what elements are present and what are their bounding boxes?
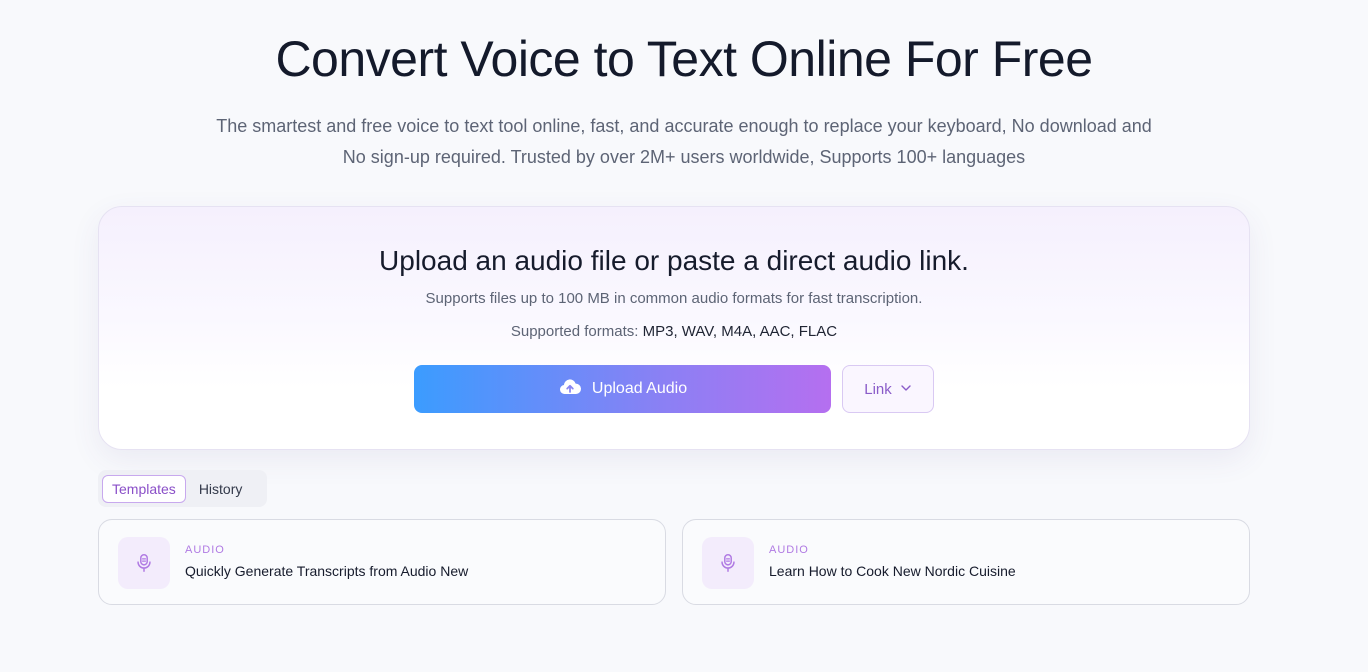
- supported-formats-label: Supported formats:: [510, 323, 639, 340]
- template-title: Learn How to Cook New Nordic Cuisine: [769, 563, 1016, 579]
- microphone-icon: [118, 537, 170, 589]
- tab-templates[interactable]: Templates: [102, 474, 186, 503]
- template-tag: AUDIO: [185, 544, 225, 556]
- upload-audio-button[interactable]: Upload Audio: [414, 365, 831, 413]
- template-tag: AUDIO: [769, 544, 809, 556]
- subtitle-line-2: No sign-up required. Trusted by over 2M+…: [342, 147, 1026, 167]
- upload-audio-label: Upload Audio: [591, 380, 688, 397]
- tab-bar: Templates History: [98, 470, 267, 507]
- upload-card-description: Supports files up to 100 MB in common au…: [425, 290, 923, 307]
- upload-card-title: Upload an audio file or paste a direct a…: [379, 245, 969, 276]
- upload-card: Upload an audio file or paste a direct a…: [98, 206, 1250, 450]
- subtitle-line-1: The smartest and free voice to text tool…: [216, 116, 1152, 136]
- tab-history[interactable]: History: [190, 475, 252, 503]
- page-title: Convert Voice to Text Online For Free: [275, 31, 1093, 87]
- template-card[interactable]: AUDIO Quickly Generate Transcripts from …: [98, 519, 666, 605]
- template-title: Quickly Generate Transcripts from Audio …: [185, 563, 469, 579]
- link-dropdown-button[interactable]: Link: [842, 365, 934, 413]
- chevron-down-icon: [900, 381, 912, 398]
- supported-formats: Supported formats: MP3, WAV, M4A, AAC, F…: [99, 323, 1249, 340]
- supported-formats-list: MP3, WAV, M4A, AAC, FLAC: [642, 323, 838, 340]
- cloud-upload-icon: [558, 375, 582, 404]
- link-label: Link: [864, 380, 892, 398]
- page-subtitle: The smartest and free voice to text tool…: [170, 111, 1198, 173]
- template-card[interactable]: AUDIO Learn How to Cook New Nordic Cuisi…: [682, 519, 1250, 605]
- microphone-icon: [702, 537, 754, 589]
